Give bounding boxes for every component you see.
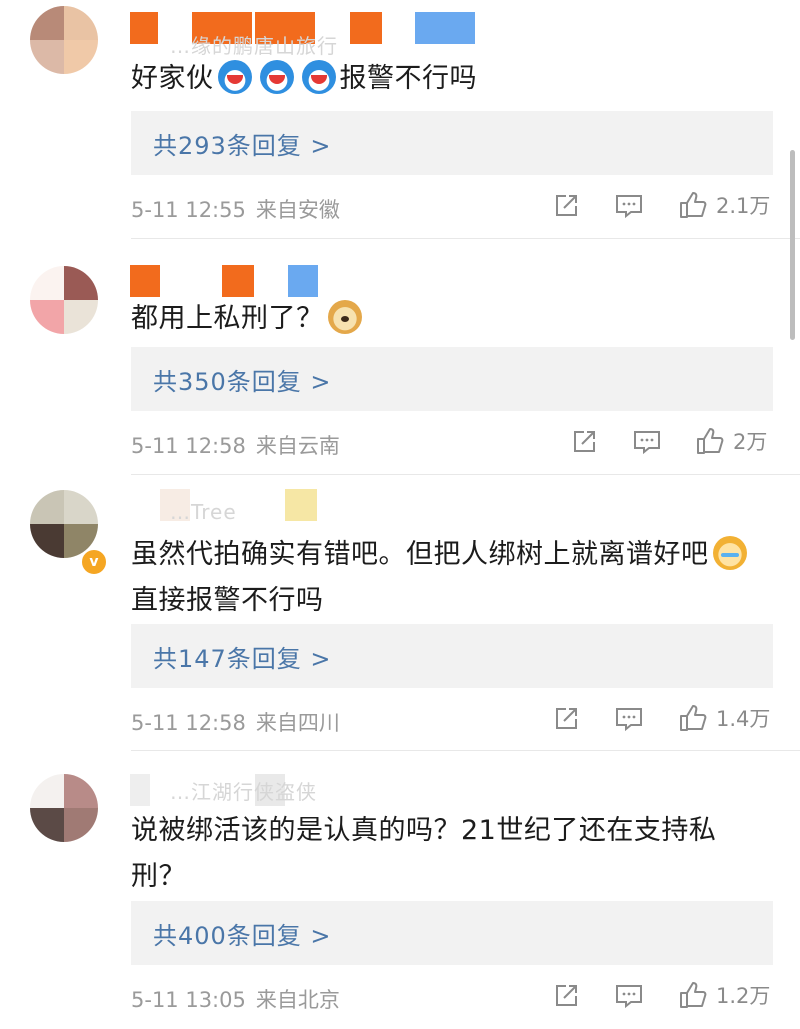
comment-text: 说被绑活该的是认真的吗？21世纪了还在支持私 刑？ bbox=[131, 808, 771, 900]
like-count: 1.2万 bbox=[716, 984, 771, 1008]
comment-item: …缘的鹏唐山旅行 好家伙 报警不行吗 共293条回复 > 5-11 12:55 来自… bbox=[0, 0, 800, 240]
avatar[interactable] bbox=[30, 490, 98, 558]
replies-link[interactable]: 共400条回复 > bbox=[131, 901, 773, 965]
comment-text-line1: 说被绑活该的是认真的吗？21世纪了还在支持私 bbox=[131, 815, 717, 846]
avatar[interactable] bbox=[30, 266, 98, 334]
comment-icon bbox=[634, 431, 660, 455]
doraemon-emoji-icon bbox=[259, 60, 294, 94]
username-text: …Tree bbox=[170, 500, 237, 524]
location: 来自安徽 bbox=[255, 198, 340, 222]
comment-button[interactable] bbox=[632, 428, 662, 456]
comment-button[interactable] bbox=[614, 705, 644, 733]
username-text: …缘的鹏唐山旅行 bbox=[170, 34, 338, 58]
replies-link[interactable]: 共350条回复 > bbox=[131, 347, 773, 411]
comment-text-head: 都用上私刑了？ bbox=[131, 303, 324, 334]
comment-icon bbox=[616, 708, 642, 732]
replies-label: 共293条回复 > bbox=[153, 131, 332, 160]
location: 来自四川 bbox=[255, 711, 340, 735]
comment-item: v …Tree 虽然代拍确实有错吧。但把人绑树上就离谱好吧 直接报警不行吗 共1… bbox=[0, 476, 800, 752]
divider bbox=[131, 750, 800, 751]
like-count: 1.4万 bbox=[716, 707, 771, 731]
doraemon-emoji-icon bbox=[217, 60, 252, 94]
replies-link[interactable]: 共147条回复 > bbox=[131, 624, 773, 688]
comment-text: 都用上私刑了？ bbox=[131, 296, 771, 342]
divider bbox=[131, 238, 800, 239]
comment-button[interactable] bbox=[614, 982, 644, 1010]
username[interactable] bbox=[130, 265, 330, 299]
timestamp: 5-11 12:58 bbox=[131, 711, 246, 735]
share-icon bbox=[556, 985, 577, 1006]
verified-badge: v bbox=[80, 548, 108, 576]
comment-meta: 5-11 12:58 来自云南 bbox=[131, 430, 340, 460]
thumbs-up-icon bbox=[680, 192, 707, 218]
username-text: …江湖行侠盗侠 bbox=[170, 780, 317, 804]
share-icon bbox=[556, 195, 577, 216]
comment-text: 好家伙 报警不行吗 bbox=[131, 56, 771, 102]
avatar[interactable] bbox=[30, 6, 98, 74]
comment-text-tail: 报警不行吗 bbox=[339, 63, 477, 94]
share-button[interactable] bbox=[552, 192, 580, 220]
replies-label: 共350条回复 > bbox=[153, 367, 332, 396]
comment-meta: 5-11 12:55 来自安徽 bbox=[131, 194, 340, 224]
comment-meta: 5-11 13:05 来自北京 bbox=[131, 984, 340, 1014]
comment-item: …江湖行侠盗侠 说被绑活该的是认真的吗？21世纪了还在支持私 刑？ 共400条回… bbox=[0, 752, 800, 1029]
share-button[interactable] bbox=[552, 982, 580, 1010]
comment-text-head: 好家伙 bbox=[131, 63, 214, 94]
comment-text-line2: 刑？ bbox=[131, 861, 186, 892]
comment-text-line2: 直接报警不行吗 bbox=[131, 585, 324, 616]
timestamp: 5-11 13:05 bbox=[131, 988, 246, 1012]
like-button[interactable]: 1.4万 bbox=[678, 703, 770, 733]
comment-button[interactable] bbox=[614, 192, 644, 220]
divider bbox=[131, 474, 800, 475]
timestamp: 5-11 12:58 bbox=[131, 434, 246, 458]
thumbs-up-icon bbox=[697, 428, 724, 454]
comment-text: 虽然代拍确实有错吧。但把人绑树上就离谱好吧 直接报警不行吗 bbox=[131, 532, 771, 624]
replies-label: 共400条回复 > bbox=[153, 921, 332, 950]
replies-label: 共147条回复 > bbox=[153, 644, 332, 673]
comment-item: 都用上私刑了？ 共350条回复 > 5-11 12:58 来自云南 2万 bbox=[0, 240, 800, 476]
like-button[interactable]: 2万 bbox=[695, 426, 767, 456]
comment-text-line1: 虽然代拍确实有错吧。但把人绑树上就离谱好吧 bbox=[131, 539, 709, 570]
location: 来自北京 bbox=[255, 988, 340, 1012]
location: 来自云南 bbox=[255, 434, 340, 458]
share-button[interactable] bbox=[570, 428, 598, 456]
comment-icon bbox=[616, 195, 642, 219]
like-count: 2.1万 bbox=[716, 194, 771, 218]
like-button[interactable]: 2.1万 bbox=[678, 190, 770, 220]
scrollbar[interactable] bbox=[790, 150, 795, 340]
comment-icon bbox=[616, 985, 642, 1009]
timestamp: 5-11 12:55 bbox=[131, 198, 246, 222]
cat-emoji-icon bbox=[712, 536, 747, 570]
share-button[interactable] bbox=[552, 705, 580, 733]
doraemon-emoji-icon bbox=[301, 60, 336, 94]
like-button[interactable]: 1.2万 bbox=[678, 980, 770, 1010]
replies-link[interactable]: 共293条回复 > bbox=[131, 111, 773, 175]
like-count: 2万 bbox=[733, 430, 768, 454]
doge-emoji-icon bbox=[327, 300, 362, 334]
thumbs-up-icon bbox=[680, 982, 707, 1008]
comment-meta: 5-11 12:58 来自四川 bbox=[131, 707, 340, 737]
avatar[interactable] bbox=[30, 774, 98, 842]
thumbs-up-icon bbox=[680, 705, 707, 731]
share-icon bbox=[556, 708, 577, 729]
share-icon bbox=[574, 431, 595, 452]
